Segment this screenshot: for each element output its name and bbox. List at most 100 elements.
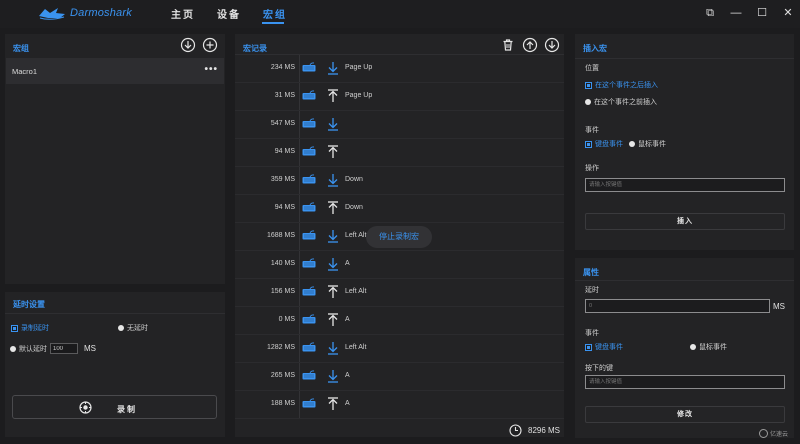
- stop-recording-button[interactable]: 停止录制宏: [366, 226, 432, 248]
- move-up-button[interactable]: [522, 37, 538, 53]
- key-direction: [327, 229, 339, 245]
- import-macro-button[interactable]: [180, 37, 196, 53]
- key-direction: [327, 201, 339, 217]
- move-down-button[interactable]: [544, 37, 560, 53]
- event-type-icon: [302, 342, 316, 354]
- trash-icon: [503, 39, 513, 51]
- macro-record-row[interactable]: 31 MS Page Up: [235, 83, 564, 111]
- ms-unit-label: MS: [84, 344, 96, 353]
- keyboard-event-label: 键盘事件: [595, 141, 623, 148]
- keyboard-icon: [302, 286, 316, 296]
- restore-window-button[interactable]: ⧉: [702, 5, 718, 21]
- keyboard-icon: [302, 146, 316, 156]
- record-icon: [79, 401, 92, 414]
- operation-input[interactable]: [585, 178, 785, 192]
- key-up-arrow-icon: [328, 89, 338, 102]
- record-delay: 188 MS: [270, 400, 295, 407]
- insert-keyboard-event-option[interactable]: 键盘事件: [585, 139, 623, 149]
- divider: [299, 167, 300, 194]
- minimize-button[interactable]: —: [728, 5, 744, 21]
- macro-record-row[interactable]: 1282 MS Left Alt: [235, 335, 564, 363]
- divider: [299, 251, 300, 278]
- properties-title: 属性: [583, 268, 599, 277]
- key-direction: [327, 173, 339, 189]
- record-key: Down: [345, 176, 363, 183]
- active-tab-indicator: [262, 22, 284, 24]
- more-options-icon[interactable]: •••: [204, 64, 218, 75]
- keyboard-icon: [302, 202, 316, 212]
- tab-device[interactable]: 设备: [217, 6, 241, 21]
- macro-record-row[interactable]: 359 MS Down: [235, 167, 564, 195]
- event-type-icon: [302, 258, 316, 270]
- add-macro-button[interactable]: [202, 37, 218, 53]
- keyboard-icon: [302, 258, 316, 268]
- macro-list-item[interactable]: Macro1 •••: [6, 58, 224, 84]
- delay-label: 延时: [585, 287, 599, 294]
- divider: [299, 335, 300, 362]
- event-type-icon: [302, 174, 316, 186]
- macro-record-row[interactable]: 94 MS Down: [235, 195, 564, 223]
- macro-record-row[interactable]: 234 MS Page Up: [235, 55, 564, 83]
- record-delay: 156 MS: [270, 288, 295, 295]
- keyboard-event-label: 键盘事件: [595, 344, 623, 351]
- pressed-key-input[interactable]: [585, 375, 785, 389]
- close-button[interactable]: ✕: [780, 5, 796, 21]
- plus-circle-icon: [202, 37, 218, 53]
- macro-record-row[interactable]: 94 MS: [235, 139, 564, 167]
- keyboard-icon: [302, 314, 316, 324]
- ms-unit-label: MS: [773, 302, 785, 311]
- modify-button[interactable]: 修改: [585, 406, 785, 423]
- macro-record-row[interactable]: 156 MS Left Alt: [235, 279, 564, 307]
- key-direction: [327, 257, 339, 273]
- maximize-button[interactable]: ☐: [754, 5, 770, 21]
- event-type-icon: [302, 286, 316, 298]
- delete-record-button[interactable]: [500, 37, 516, 53]
- checkbox-checked-icon: [585, 81, 592, 89]
- record-delay-option[interactable]: 录制延时: [11, 323, 49, 333]
- record-key: Left Alt: [345, 344, 367, 351]
- watermark: 亿速云: [759, 429, 788, 438]
- key-down-arrow-icon: [328, 370, 338, 383]
- record-button[interactable]: 录制: [12, 395, 217, 419]
- event-type-icon: [302, 146, 316, 158]
- macro-records-title: 宏记录: [243, 44, 267, 53]
- macro-record-row[interactable]: 140 MS A: [235, 251, 564, 279]
- record-key: Page Up: [345, 92, 373, 99]
- macro-record-row[interactable]: 265 MS A: [235, 363, 564, 391]
- no-delay-option[interactable]: 无延时: [118, 323, 148, 333]
- keyboard-icon: [302, 174, 316, 184]
- macro-record-row[interactable]: 188 MS A: [235, 391, 564, 419]
- property-mouse-event-option[interactable]: 鼠标事件: [690, 342, 727, 352]
- divider: [299, 279, 300, 306]
- insert-before-option[interactable]: 在这个事件之前插入: [585, 97, 657, 107]
- record-key: A: [345, 260, 350, 267]
- brand-name: Darmoshark: [70, 7, 132, 19]
- tab-home[interactable]: 主页: [171, 6, 195, 21]
- default-delay-input[interactable]: [50, 343, 78, 354]
- divider: [299, 363, 300, 390]
- record-delay: 547 MS: [270, 120, 295, 127]
- insert-mouse-event-option[interactable]: 鼠标事件: [629, 139, 666, 149]
- insert-button[interactable]: 插入: [585, 213, 785, 230]
- macro-record-row[interactable]: 547 MS: [235, 111, 564, 139]
- key-up-arrow-icon: [328, 145, 338, 158]
- key-down-arrow-icon: [328, 230, 338, 243]
- property-keyboard-event-option[interactable]: 键盘事件: [585, 342, 623, 352]
- key-up-arrow-icon: [328, 285, 338, 298]
- macro-name: Macro1: [12, 67, 38, 76]
- record-delay: 94 MS: [274, 204, 295, 211]
- default-delay-option[interactable]: 默认延时 MS: [10, 343, 96, 354]
- insert-before-label: 在这个事件之前插入: [594, 99, 657, 106]
- key-down-arrow-icon: [328, 258, 338, 271]
- divider: [299, 111, 300, 138]
- delay-input[interactable]: [585, 299, 770, 313]
- insert-after-option[interactable]: 在这个事件之后插入: [585, 80, 658, 90]
- mouse-event-label: 鼠标事件: [699, 344, 727, 351]
- tab-macro-group[interactable]: 宏组: [263, 6, 287, 21]
- macro-record-row[interactable]: 0 MS A: [235, 307, 564, 335]
- record-key: A: [345, 400, 350, 407]
- event-type-icon: [302, 90, 316, 102]
- divider: [299, 83, 300, 110]
- key-up-arrow-icon: [328, 313, 338, 326]
- divider: [5, 313, 225, 314]
